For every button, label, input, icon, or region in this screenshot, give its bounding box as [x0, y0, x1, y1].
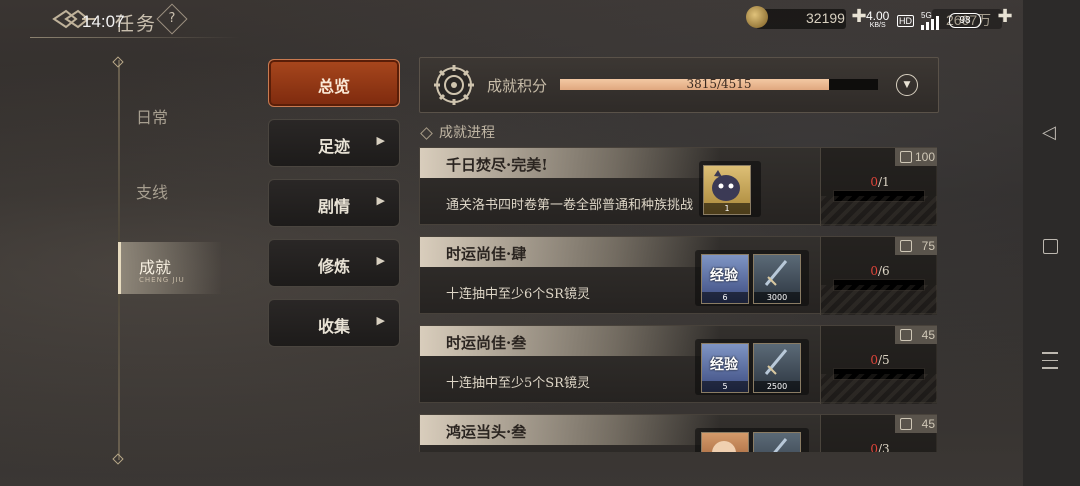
progress-count: 0/5 [870, 353, 890, 367]
progress-count: 0/3 [870, 442, 890, 452]
help-icon: ? [168, 11, 176, 26]
reward-qty: 6 [702, 292, 748, 303]
subnav-collection[interactable]: 收集 ▶ [268, 299, 400, 347]
points-badge: 100 [895, 148, 937, 166]
hd-indicator: HD [897, 15, 914, 27]
chevron-right-icon: ▶ [376, 254, 385, 267]
chevron-down-icon: ▼ [903, 80, 911, 90]
score-progress-bar: 3815/4515 [560, 77, 878, 91]
spirit-avatar-icon [712, 170, 740, 201]
reward-item[interactable]: 2500 [753, 343, 801, 393]
achievement-card[interactable]: 千日焚尽·完美! 通关洛书四时卷第一卷全部普通和种族挑战 1 100 0/1 [419, 147, 937, 226]
category-label: 成就 [139, 258, 172, 277]
reward-item[interactable]: 经验 5 [701, 343, 749, 393]
subnav-training[interactable]: 修炼 ▶ [268, 239, 400, 287]
gear-badge-icon [434, 65, 474, 105]
category-side[interactable]: 支线 [118, 163, 218, 215]
achievement-name: 时运尚佳·肆 [446, 245, 527, 263]
score-title: 成就积分 [487, 77, 548, 95]
progress-count: 0/6 [870, 264, 890, 278]
home-icon[interactable] [1043, 239, 1058, 254]
progress-area: 100 0/1 [820, 148, 937, 226]
progress-bar [833, 368, 925, 380]
progress-count: 0/1 [870, 175, 890, 189]
achievement-name: 时运尚佳·叁 [446, 334, 527, 352]
category-label: 支线 [136, 183, 169, 202]
points-badge: 75 [895, 237, 937, 255]
achievement-name: 鸿运当头·叁 [446, 423, 527, 441]
reward-item[interactable] [701, 432, 749, 452]
reward-group: 经验 5 2500 [695, 339, 809, 395]
expand-button[interactable]: ▼ [896, 74, 918, 96]
achievement-card[interactable]: 鸿运当头·叁 45 0/3 [419, 414, 937, 452]
section-heading: 成就进程 [420, 122, 495, 142]
category-label: 日常 [136, 108, 169, 127]
points-badge: 45 [895, 415, 937, 433]
achievement-desc: 十连抽中至少5个SR镜灵 [446, 376, 590, 391]
progress-bar [833, 279, 925, 291]
network-speed: 4.00 KB/S [866, 9, 890, 29]
category-achievement[interactable]: 成就 CHENG JIU [118, 242, 221, 294]
reward-qty: 1 [704, 203, 750, 214]
points-badge: 45 [895, 326, 937, 344]
sword-icon [764, 260, 788, 286]
trophy-icon [900, 151, 912, 163]
progress-area: 45 0/5 [820, 326, 937, 404]
trophy-icon [900, 418, 912, 430]
achievement-desc: 十连抽中至少6个SR镜灵 [446, 287, 590, 302]
category-sublabel: CHENG JIU [139, 276, 185, 284]
chevron-right-icon: ▶ [376, 314, 385, 327]
reward-group: 1 [699, 161, 761, 217]
help-button[interactable]: ? [156, 3, 188, 35]
status-time: 14:07 [82, 12, 125, 31]
sword-icon [764, 349, 788, 375]
progress-area: 45 0/3 [820, 415, 937, 452]
diamond-icon [420, 126, 433, 140]
pouch-icon [712, 441, 736, 452]
exp-orb-icon: 经验 [710, 268, 738, 284]
exp-orb-icon: 经验 [710, 357, 738, 373]
achievement-card[interactable]: 时运尚佳·肆 十连抽中至少6个SR镜灵 经验 6 3000 75 0/6 [419, 236, 937, 315]
sword-icon [773, 438, 788, 452]
reward-item[interactable]: 1 [703, 165, 751, 215]
reward-qty: 5 [702, 381, 748, 392]
menu-icon[interactable] [1042, 352, 1058, 375]
title-divider [30, 37, 240, 38]
top-bar: 任务 14:07 ? 32199 ✚ 4.00 KB/S HD 2607万 ✚ … [0, 0, 1080, 40]
battery-indicator: 98 [949, 13, 981, 28]
achievement-card[interactable]: 时运尚佳·叁 十连抽中至少5个SR镜灵 经验 5 2500 45 0/5 [419, 325, 937, 404]
chevron-right-icon: ▶ [376, 134, 385, 147]
achievement-list[interactable]: 千日焚尽·完美! 通关洛书四时卷第一卷全部普通和种族挑战 1 100 0/1 时… [419, 147, 937, 452]
back-icon[interactable]: ◁ [1042, 122, 1056, 143]
add-gold-button[interactable]: ✚ [996, 8, 1014, 26]
achievement-desc: 通关洛书四时卷第一卷全部普通和种族挑战 [446, 198, 694, 213]
reward-qty: 2500 [754, 381, 800, 392]
reward-group [695, 428, 809, 452]
achievement-name: 千日焚尽·完美! [446, 156, 548, 174]
progress-area: 75 0/6 [820, 237, 937, 315]
reward-item[interactable]: 经验 6 [701, 254, 749, 304]
trophy-icon [900, 240, 912, 252]
achievement-score-panel: 成就积分 3815/4515 ▼ [419, 57, 939, 113]
category-daily[interactable]: 日常 [118, 88, 218, 140]
coin-icon [746, 6, 768, 28]
reward-item[interactable] [753, 432, 801, 452]
reward-group: 经验 6 3000 [695, 250, 809, 306]
trophy-icon [900, 329, 912, 341]
subnav-overview[interactable]: 总览 [268, 59, 400, 107]
score-progress-text: 3815/4515 [686, 77, 752, 91]
chevron-right-icon: ▶ [376, 194, 385, 207]
subnav-footprint[interactable]: 足迹 ▶ [268, 119, 400, 167]
subnav-story[interactable]: 剧情 ▶ [268, 179, 400, 227]
reward-item[interactable]: 3000 [753, 254, 801, 304]
subnav-label: 总览 [317, 77, 350, 96]
progress-bar [833, 190, 925, 202]
reward-qty: 3000 [754, 292, 800, 303]
currency-value: 32199 [806, 10, 845, 26]
